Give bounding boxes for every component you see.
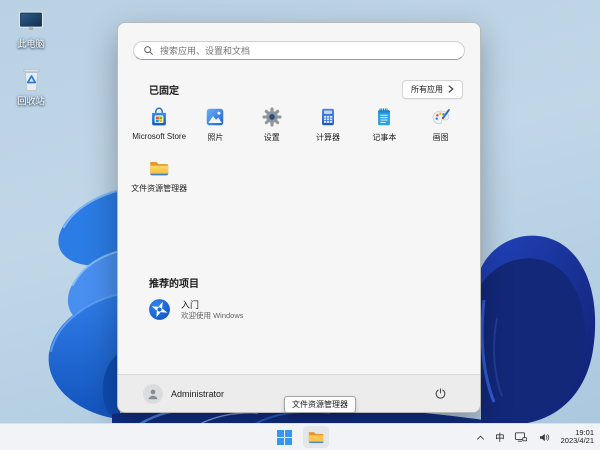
calculator-icon [322,108,334,126]
desktop-icon-label: 此电脑 [17,39,45,49]
desktop-icon-area: 此电脑 回收站 [7,10,55,107]
clock[interactable]: 19:01 2023/4/21 [560,428,594,446]
chevron-right-icon [448,85,454,93]
all-apps-label: 所有应用 [411,84,443,94]
paint-icon [432,109,450,125]
tray-overflow-button[interactable] [473,426,487,448]
recommended-item-title: 入门 [181,299,200,310]
taskbar-tooltip: 文件资源管理器 [284,396,356,413]
all-apps-button[interactable]: 所有应用 [402,79,463,99]
taskbar: 中 19:01 2023/4/21 [0,423,600,450]
chevron-up-icon [476,435,484,440]
recommended-item-get-started[interactable]: 入门 欢迎使用 Windows [144,294,247,325]
this-pc-icon [19,11,43,33]
pinned-app-photos[interactable]: 照片 [187,106,243,148]
avatar [143,383,163,404]
pinned-app-file-explorer[interactable]: 文件资源管理器 [131,157,187,199]
speaker-icon [540,433,550,441]
pinned-header: 已固定 [149,85,179,97]
pinned-app-label: 计算器 [316,133,341,142]
power-icon [435,388,445,399]
clock-date: 2023/4/21 [560,436,594,445]
pinned-app-label: 照片 [207,133,224,142]
user-account-button[interactable]: Administrator [143,383,225,404]
user-icon [148,389,158,399]
volume-button[interactable] [537,426,553,448]
windows-logo-icon [276,429,292,445]
power-button[interactable] [429,383,451,405]
start-menu-panel: 已固定 所有应用 Microsoft Store [117,22,481,413]
photos-icon [207,108,224,126]
get-started-icon [149,299,170,320]
recommended-header: 推荐的项目 [149,279,199,290]
search-input[interactable] [133,41,465,60]
pinned-apps-grid: Microsoft Store 照片 设置 计算器 记事本 画图 文件资源管理器 [131,106,469,199]
pinned-section-header-row: 已固定 所有应用 [149,79,463,99]
file-explorer-icon [308,432,324,444]
network-icon [514,432,527,442]
system-tray: 中 19:01 2023/4/21 [473,424,594,450]
pinned-app-label: Microsoft Store [132,132,187,141]
recommended-item-subtitle: 欢迎使用 Windows [181,310,244,320]
pinned-app-label: 文件资源管理器 [131,184,188,193]
pinned-app-label: 画图 [432,133,449,142]
user-name: Administrator [171,388,225,399]
pinned-app-label: 设置 [263,133,280,142]
recycle-bin-icon [22,68,40,91]
desktop-icon-label: 回收站 [17,96,45,106]
pinned-app-calculator[interactable]: 计算器 [300,106,356,148]
microsoft-store-icon [152,107,167,126]
pinned-app-microsoft-store[interactable]: Microsoft Store [131,106,187,148]
notepad-icon [378,108,391,126]
pinned-app-label: 记事本 [372,133,397,142]
network-button[interactable] [513,426,529,448]
settings-icon [262,107,282,127]
ime-indicator[interactable]: 中 [495,430,505,444]
file-explorer-taskbar-button[interactable] [303,426,329,448]
desktop-icon-this-pc[interactable]: 此电脑 [7,10,55,50]
desktop-icon-recycle-bin[interactable]: 回收站 [7,65,55,107]
start-button[interactable] [271,426,297,448]
pinned-app-notepad[interactable]: 记事本 [356,106,412,148]
pinned-app-paint[interactable]: 画图 [412,106,468,148]
pinned-app-settings[interactable]: 设置 [244,106,300,148]
recommended-item-text: 入门 欢迎使用 Windows [181,300,244,320]
file-explorer-icon [150,162,169,176]
